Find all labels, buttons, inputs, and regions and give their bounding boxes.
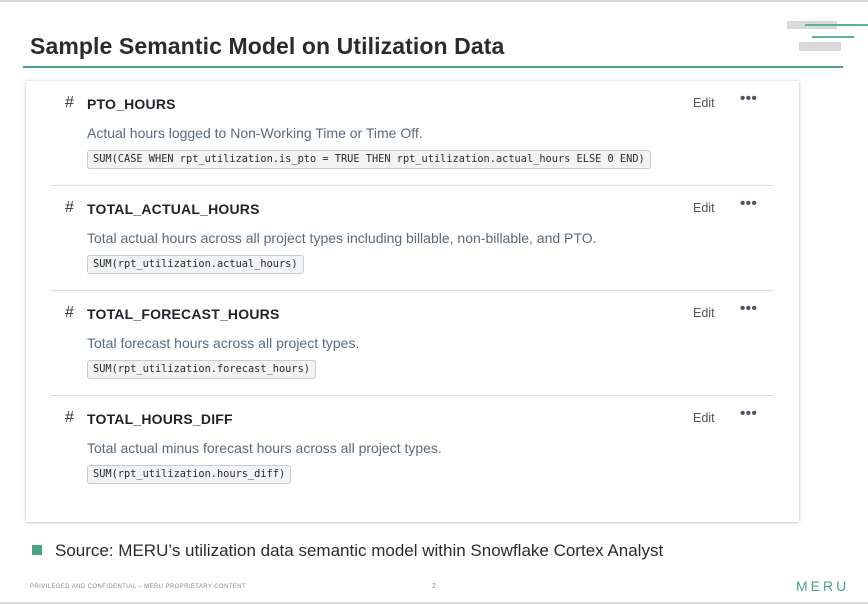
- hash-icon: #: [65, 304, 74, 321]
- metric-name: TOTAL_HOURS_DIFF: [87, 411, 233, 427]
- metric-row: # TOTAL_HOURS_DIFF Edit ••• Total actual…: [51, 396, 773, 501]
- more-options-icon[interactable]: •••: [740, 195, 757, 212]
- metric-row: # TOTAL_ACTUAL_HOURS Edit ••• Total actu…: [51, 186, 773, 291]
- edit-button[interactable]: Edit: [693, 201, 715, 215]
- hash-icon: #: [65, 409, 74, 426]
- page-number: 2: [432, 583, 436, 590]
- metric-expression: SUM(rpt_utilization.forecast_hours): [87, 360, 316, 379]
- decorative-bar: [799, 42, 841, 51]
- edit-button[interactable]: Edit: [693, 96, 715, 110]
- hash-icon: #: [65, 199, 74, 216]
- more-options-icon[interactable]: •••: [740, 300, 757, 317]
- metrics-panel: # PTO_HOURS Edit ••• Actual hours logged…: [26, 81, 799, 522]
- metric-description: Total actual minus forecast hours across…: [87, 440, 442, 456]
- metric-expression: SUM(rpt_utilization.hours_diff): [87, 465, 292, 484]
- metric-description: Actual hours logged to Non-Working Time …: [87, 125, 423, 141]
- metric-name: TOTAL_ACTUAL_HOURS: [87, 201, 260, 217]
- page-title: Sample Semantic Model on Utilization Dat…: [30, 33, 505, 59]
- metric-expression: SUM(CASE WHEN rpt_utilization.is_pto = T…: [87, 150, 651, 169]
- slide-top-edge: [0, 0, 868, 2]
- metric-description: Total actual hours across all project ty…: [87, 230, 597, 246]
- confidential-footer: PRIVILEGED AND CONFIDENTIAL – MERU PROPR…: [30, 584, 247, 590]
- more-options-icon[interactable]: •••: [740, 90, 757, 107]
- edit-button[interactable]: Edit: [693, 411, 715, 425]
- source-note: Source: MERU’s utilization data semantic…: [55, 541, 664, 560]
- metric-expression: SUM(rpt_utilization.actual_hours): [87, 255, 304, 274]
- meru-logo: MERU: [796, 578, 850, 594]
- hash-icon: #: [65, 94, 74, 111]
- decorative-line: [805, 24, 868, 26]
- more-options-icon[interactable]: •••: [740, 405, 757, 422]
- decorative-line: [812, 36, 854, 38]
- metric-name: PTO_HOURS: [87, 96, 176, 112]
- bullet-square-icon: [32, 545, 42, 555]
- metric-row: # TOTAL_FORECAST_HOURS Edit ••• Total fo…: [51, 291, 773, 396]
- title-underline: [23, 66, 843, 68]
- metric-description: Total forecast hours across all project …: [87, 335, 360, 351]
- metric-row: # PTO_HOURS Edit ••• Actual hours logged…: [51, 81, 773, 186]
- edit-button[interactable]: Edit: [693, 306, 715, 320]
- metric-name: TOTAL_FORECAST_HOURS: [87, 306, 280, 322]
